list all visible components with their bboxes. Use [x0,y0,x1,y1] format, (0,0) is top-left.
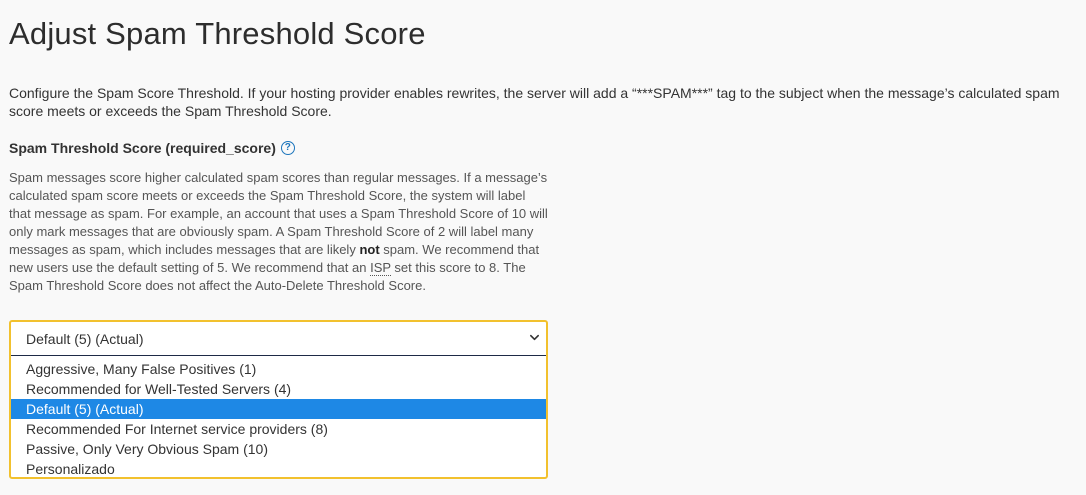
select-option[interactable]: Personalizado [11,459,546,479]
select-option[interactable]: Recommended For Internet service provide… [11,419,546,439]
select-option[interactable]: Aggressive, Many False Positives (1) [11,359,546,379]
question-circle-icon[interactable]: ? [280,141,295,155]
field-help-text: Spam messages score higher calculated sp… [9,169,549,295]
select-value-text: Default (5) (Actual) [26,330,144,347]
select-option-selected[interactable]: Default (5) (Actual) [11,399,546,419]
spam-threshold-label: Spam Threshold Score (required_score) ? [9,140,295,156]
isp-abbreviation: ISP [370,260,391,276]
intro-text: Configure the Spam Score Threshold. If y… [9,85,1060,119]
select-current-value[interactable]: Default (5) (Actual) [11,322,546,356]
help-text-emphasis: not [359,242,380,257]
select-options-list: Aggressive, Many False Positives (1) Rec… [11,359,546,479]
select-option[interactable]: Recommended for Well-Tested Servers (4) [11,379,546,399]
select-option[interactable]: Passive, Only Very Obvious Spam (10) [11,439,546,459]
spam-threshold-select[interactable]: Default (5) (Actual) Aggressive, Many Fa… [9,320,548,479]
field-label-text: Spam Threshold Score (required_score) [9,140,276,156]
page-title: Adjust Spam Threshold Score [9,16,426,51]
chevron-down-icon [530,334,539,341]
